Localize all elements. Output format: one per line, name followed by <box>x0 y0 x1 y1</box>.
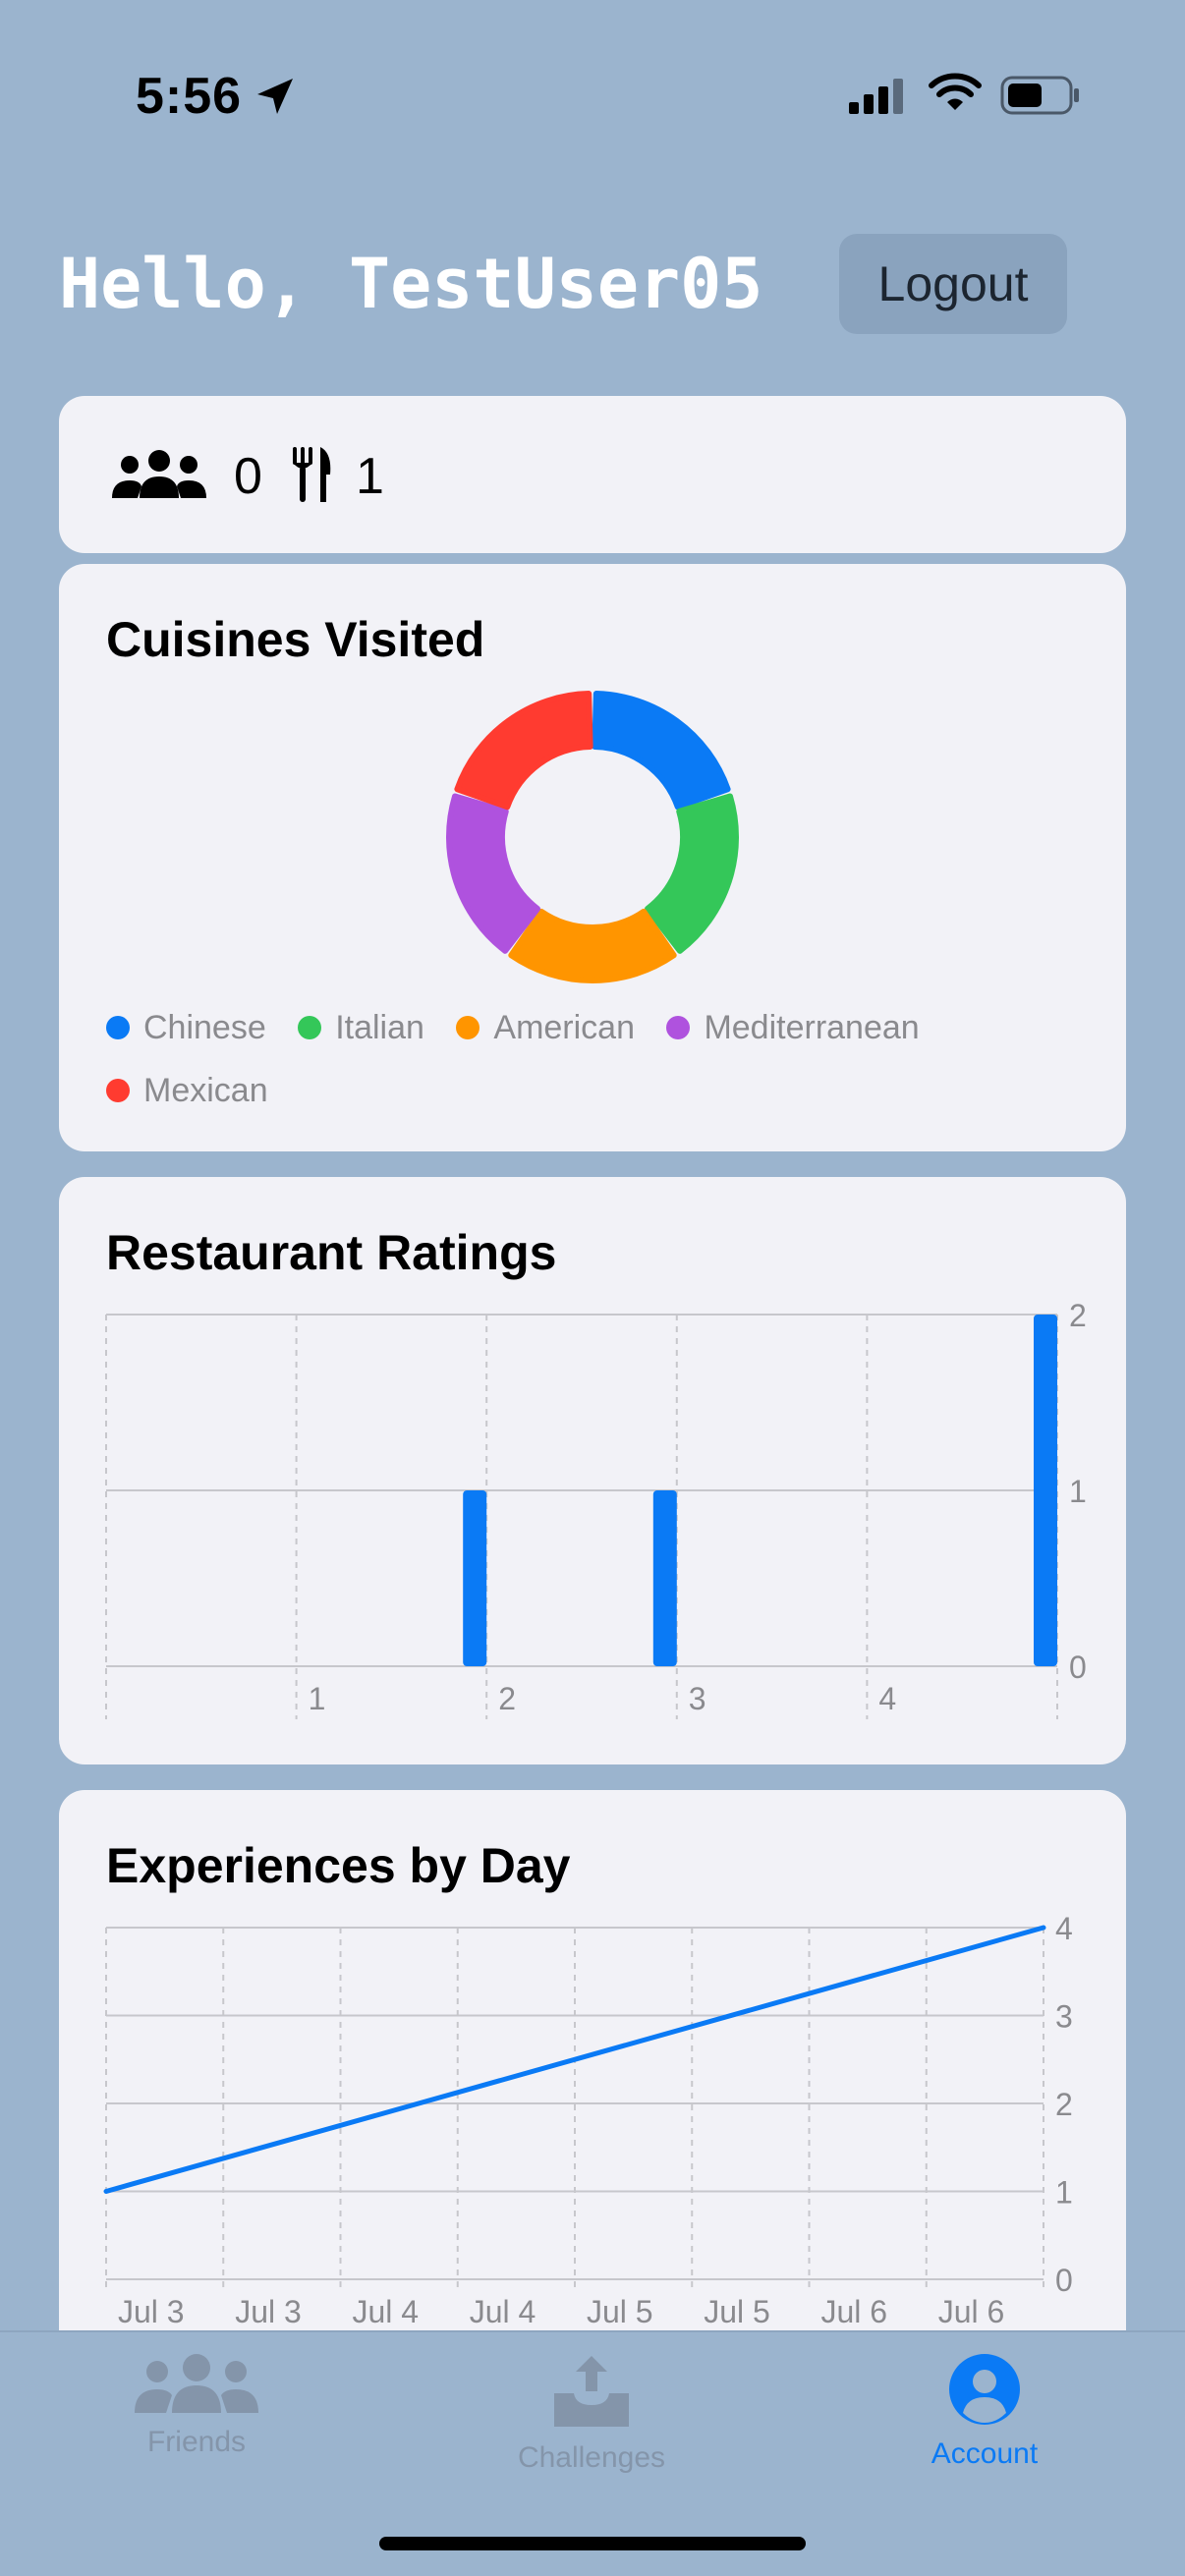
donut-slice-american <box>508 908 677 983</box>
legend-label: Italian <box>335 1008 424 1046</box>
experiences-x-tick-label: Jul 6 <box>821 2294 888 2329</box>
experiences-x-tick-label: Jul 5 <box>587 2294 653 2329</box>
ratings-x-tick-label: 2 <box>498 1681 516 1716</box>
legend-dot-mexican <box>106 1079 130 1102</box>
legend-item-mediterranean: Mediterranean <box>666 996 920 1059</box>
legend-dot-chinese <box>106 1016 130 1039</box>
wifi-icon <box>929 73 982 110</box>
legend-dot-mediterranean <box>666 1016 691 1039</box>
cuisines-donut-chart <box>446 691 739 983</box>
status-bar: 5:56 <box>0 0 1185 196</box>
tab-label: Challenges <box>517 2441 666 2474</box>
location-arrow-icon <box>257 79 293 114</box>
donut-slice-mexican <box>454 691 593 811</box>
restaurants-count: 1 <box>356 448 384 505</box>
donut-slice-italian <box>645 793 739 954</box>
home-indicator <box>379 2537 806 2550</box>
ratings-x-tick-label: 1 <box>309 1681 326 1716</box>
experiences-x-tick-label: Jul 5 <box>704 2294 770 2329</box>
tray-upload-icon <box>554 2356 629 2427</box>
experiences-x-tick-label: Jul 6 <box>938 2294 1005 2329</box>
donut-slice-chinese <box>592 691 731 811</box>
friends-group-icon <box>112 450 206 498</box>
experiences-y-tick-label: 3 <box>1055 1999 1073 2035</box>
tab-friends[interactable]: Friends <box>49 2352 344 2459</box>
legend-dot-italian <box>298 1016 322 1039</box>
logout-button[interactable]: Logout <box>839 234 1067 334</box>
donut-slice-mediterranean <box>446 793 540 954</box>
experiences-y-tick-label: 0 <box>1055 2263 1073 2298</box>
tab-label: Account <box>931 2437 1039 2470</box>
cuisines-title: Cuisines Visited <box>106 612 485 667</box>
legend-dot-american <box>456 1016 480 1039</box>
experiences-x-tick-label: Jul 3 <box>235 2294 302 2329</box>
experiences-x-tick-label: Jul 4 <box>353 2294 420 2329</box>
legend-item-chinese: Chinese <box>106 996 266 1059</box>
experiences-y-tick-label: 1 <box>1055 2175 1073 2211</box>
ratings-y-tick-label: 2 <box>1069 1298 1087 1333</box>
legend-label: Mediterranean <box>704 1008 920 1046</box>
experiences-y-tick-label: 2 <box>1055 2087 1073 2122</box>
ratings-x-tick-label: 4 <box>878 1681 896 1716</box>
status-time: 5:56 <box>136 68 243 125</box>
greeting-title: Hello, TestUser05 <box>59 244 763 324</box>
fork-knife-icon <box>293 447 331 502</box>
cuisines-card: Cuisines Visited Chinese Italian America… <box>59 564 1126 1151</box>
battery-icon <box>1000 76 1079 115</box>
ratings-bar-3 <box>652 1490 677 1666</box>
legend-item-italian: Italian <box>298 996 424 1059</box>
friends-count: 0 <box>234 448 262 505</box>
tab-account[interactable]: Account <box>837 2352 1132 2471</box>
cellular-signal-icon <box>849 79 903 114</box>
experiences-card: Experiences by Day 0 1 2 3 4 Jul 3 Jul 3 Jul 4J… <box>59 1790 1126 2380</box>
ratings-y-tick-label: 1 <box>1069 1474 1087 1509</box>
legend-item-american: American <box>456 996 635 1059</box>
experiences-y-tick-label: 4 <box>1055 1911 1073 1946</box>
experiences-x-tick-label: Jul 3 <box>118 2294 185 2329</box>
stats-card: 0 1 <box>59 396 1126 553</box>
tab-label: Friends <box>146 2426 247 2458</box>
ratings-y-tick-label: 0 <box>1069 1650 1087 1685</box>
ratings-bar-2 <box>463 1490 487 1666</box>
experiences-x-tick-label: Jul 4 <box>470 2294 536 2329</box>
cuisines-legend: Chinese Italian American Mediterranean M… <box>106 996 1069 1122</box>
legend-label: Chinese <box>143 1008 266 1046</box>
legend-item-mexican: Mexican <box>106 1059 268 1122</box>
legend-label: Mexican <box>143 1071 268 1109</box>
tab-challenges[interactable]: Challenges <box>444 2352 739 2475</box>
ratings-bar-5 <box>1034 1315 1057 1666</box>
ratings-card: Restaurant Ratings 0121234 <box>59 1177 1126 1764</box>
person-circle-icon <box>949 2354 1020 2425</box>
legend-label: American <box>493 1008 635 1046</box>
people-icon <box>135 2354 258 2413</box>
experiences-line-chart: 0 1 2 3 4 Jul 3 Jul 3 Jul 4 Jul 4 Jul 5 Jul 5 Jul 6… <box>103 1911 1073 2329</box>
ratings-x-tick-label: 3 <box>689 1681 706 1716</box>
ratings-bar-chart: 0 1 2 1 2 3 4 <box>105 1298 1087 1719</box>
